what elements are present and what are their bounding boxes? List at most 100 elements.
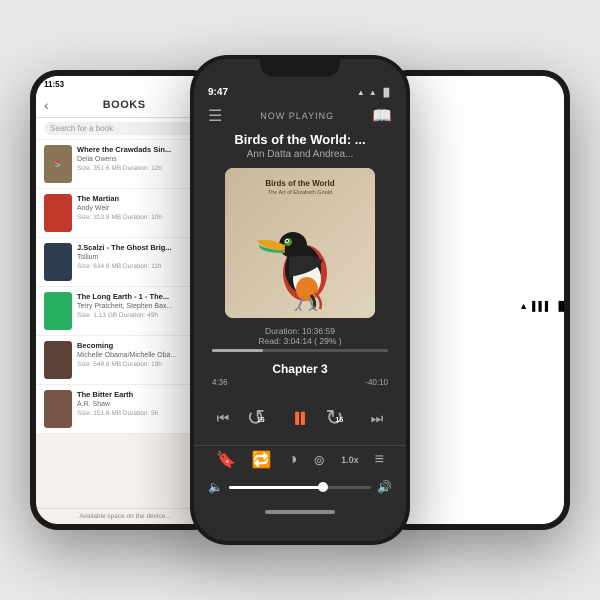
toucan-svg xyxy=(255,201,345,311)
search-placeholder: Search for a book xyxy=(50,124,113,133)
list-item[interactable]: 📚 Where the Crawdads Sin... Delia Owens … xyxy=(36,140,214,189)
volume-fill xyxy=(229,486,321,489)
rewind-button[interactable]: ⏮ xyxy=(217,410,230,427)
speed-label[interactable]: 1.0x xyxy=(341,455,359,465)
left-header: ‹ BOOKS ≡ xyxy=(36,93,214,118)
book-info-1: Where the Crawdads Sin... Delia Owens Si… xyxy=(77,145,206,172)
book-title-2: The Martian xyxy=(77,194,206,204)
volume-low-icon: 🔈 xyxy=(208,480,223,494)
list-item[interactable]: Becoming Michelle Obama/Michelle Oba... … xyxy=(36,336,214,385)
home-indicator xyxy=(194,502,406,522)
center-screen: 9:47 ▲ ▲ ▐▌ ☰ NOW PLAYING 📖 Birds of the… xyxy=(194,59,406,541)
album-cover-subtitle: The Art of Elizabeth Gould xyxy=(260,189,340,197)
back-icon[interactable]: ‹ xyxy=(44,97,49,113)
book-meta-1: Size: 351.6 MB Duration: 12h xyxy=(77,165,206,172)
duration-info: Duration: 10:36:59 Read: 3:04:14 ( 29% ) xyxy=(194,326,406,349)
book-author-3: Tsilium xyxy=(77,254,206,261)
center-battery-icon: ▐▌ xyxy=(381,88,392,97)
left-time: 11:53 xyxy=(44,80,64,89)
list-item[interactable]: J.Scalzi - The Ghost Brig... Tsilium Siz… xyxy=(36,238,214,287)
list-item[interactable]: The Bitter Earth A.R. Shaw Size: 151.6 M… xyxy=(36,385,214,434)
chapter-label: Chapter 3 xyxy=(194,358,406,378)
pause-button[interactable]: ⏸ xyxy=(292,399,308,437)
list-item[interactable]: The Martian Andy Weir Size: 313.8 MB Dur… xyxy=(36,189,214,238)
book-info-6: The Bitter Earth A.R. Shaw Size: 151.6 M… xyxy=(77,390,206,417)
book-cover-3 xyxy=(44,243,72,281)
book-author-6: A.R. Shaw xyxy=(77,401,206,408)
book-cover-6 xyxy=(44,390,72,428)
bottom-controls: 🔖 🔁 ◑ ⊚ 1.0x ≡ xyxy=(194,445,406,474)
left-status-bar: 11:53 ▐▌ xyxy=(36,76,214,93)
right-screen: ▲ ▌▌▌ ▐▌ ✕ PROCESSING ✓ back speed (1.0x… xyxy=(386,76,564,524)
volume-thumb xyxy=(318,482,328,492)
book-meta-5: Size: 548.8 MB Duration: 19h xyxy=(77,361,206,368)
right-signal-icon: ▌▌▌ xyxy=(532,301,551,311)
book-info-5: Becoming Michelle Obama/Michelle Oba... … xyxy=(77,341,206,368)
book-title-5: Becoming xyxy=(77,341,206,351)
scene: 11:53 ▐▌ ‹ BOOKS ≡ Search for a book 📚 W… xyxy=(10,20,590,580)
center-header: ☰ NOW PLAYING 📖 xyxy=(194,102,406,132)
theme-button[interactable]: ◑ xyxy=(288,451,298,469)
album-cover-title: Birds of the World xyxy=(257,175,342,189)
center-book-title: Birds of the World: ... xyxy=(194,132,406,149)
bookmark-button[interactable]: 🔖 xyxy=(216,450,236,470)
left-header-title: BOOKS xyxy=(103,99,146,111)
book-author-5: Michelle Obama/Michelle Oba... xyxy=(77,352,206,359)
left-footer: Available space on the device... xyxy=(36,508,214,524)
progress-wrap xyxy=(194,349,406,352)
equalizer-button[interactable]: ≡ xyxy=(375,451,384,469)
list-item[interactable]: The Long Earth - 1 - The... Terry Pratch… xyxy=(36,287,214,336)
book-author-1: Delia Owens xyxy=(77,156,206,163)
book-info-4: The Long Earth - 1 - The... Terry Pratch… xyxy=(77,292,206,319)
book-title-1: Where the Crawdads Sin... xyxy=(77,145,206,155)
home-bar xyxy=(265,510,335,514)
book-cover-5 xyxy=(44,341,72,379)
book-meta-6: Size: 151.6 MB Duration: 5h xyxy=(77,410,206,417)
album-art: Birds of the World The Art of Elizabeth … xyxy=(225,168,375,318)
back15-button[interactable]: ↺15 xyxy=(247,404,275,432)
search-input[interactable]: Search for a book xyxy=(44,122,206,135)
hamburger-icon[interactable]: ☰ xyxy=(208,106,222,126)
album-art-bg: Birds of the World The Art of Elizabeth … xyxy=(225,168,375,318)
right-status-bar: ▲ ▌▌▌ ▐▌ xyxy=(386,76,564,524)
book-title-6: The Bitter Earth xyxy=(77,390,206,400)
center-signal-icon: ▲ xyxy=(357,88,365,97)
phone-center: 9:47 ▲ ▲ ▐▌ ☰ NOW PLAYING 📖 Birds of the… xyxy=(190,55,410,545)
book-meta-4: Size: 1.13 GB Duration: 49h xyxy=(77,312,206,319)
right-wifi-icon: ▲ xyxy=(519,301,528,311)
airplay-button[interactable]: ⊚ xyxy=(313,452,325,469)
search-bar: Search for a book xyxy=(36,118,214,140)
volume-row: 🔈 🔊 xyxy=(194,474,406,502)
remaining-time: -40:10 xyxy=(365,378,388,387)
now-playing-label: NOW PLAYING xyxy=(260,111,334,121)
book-meta-2: Size: 313.8 MB Duration: 10h xyxy=(77,214,206,221)
book-icon[interactable]: 📖 xyxy=(372,106,392,126)
duration-total: Duration: 10:36:59 xyxy=(265,326,335,336)
book-cover-2 xyxy=(44,194,72,232)
fwd15-button[interactable]: ↻15 xyxy=(325,404,353,432)
book-cover-4 xyxy=(44,292,72,330)
book-meta-3: Size: 634.6 MB Duration: 11h xyxy=(77,263,206,270)
volume-high-icon: 🔊 xyxy=(377,480,392,494)
book-title-3: J.Scalzi - The Ghost Brig... xyxy=(77,243,206,253)
progress-track[interactable] xyxy=(212,349,388,352)
forward-button[interactable]: ⏭ xyxy=(371,410,384,427)
progress-fill xyxy=(212,349,263,352)
controls-row: ⏮ ↺15 ⏸ ↻15 ⏭ xyxy=(194,395,406,445)
album-art-wrap: Birds of the World The Art of Elizabeth … xyxy=(194,168,406,326)
book-author-2: Andy Weir xyxy=(77,205,206,212)
book-title-4: The Long Earth - 1 - The... xyxy=(77,292,206,302)
right-battery-icon: ▐▌ xyxy=(555,301,564,311)
book-info-2: The Martian Andy Weir Size: 313.8 MB Dur… xyxy=(77,194,206,221)
left-screen: 11:53 ▐▌ ‹ BOOKS ≡ Search for a book 📚 W… xyxy=(36,76,214,524)
notch xyxy=(260,55,340,77)
center-time: 9:47 xyxy=(208,87,228,98)
book-cover-1: 📚 xyxy=(44,145,72,183)
duration-read: Read: 3:04:14 ( 29% ) xyxy=(258,336,341,346)
current-time: 4:36 xyxy=(212,378,228,387)
volume-slider[interactable] xyxy=(229,486,371,489)
center-wifi-icon: ▲ xyxy=(369,88,377,97)
book-author-4: Terry Pratchett, Stephen Bax... xyxy=(77,303,206,310)
center-book-author: Ann Datta and Andrea... xyxy=(194,149,406,168)
repeat-button[interactable]: 🔁 xyxy=(252,450,272,470)
